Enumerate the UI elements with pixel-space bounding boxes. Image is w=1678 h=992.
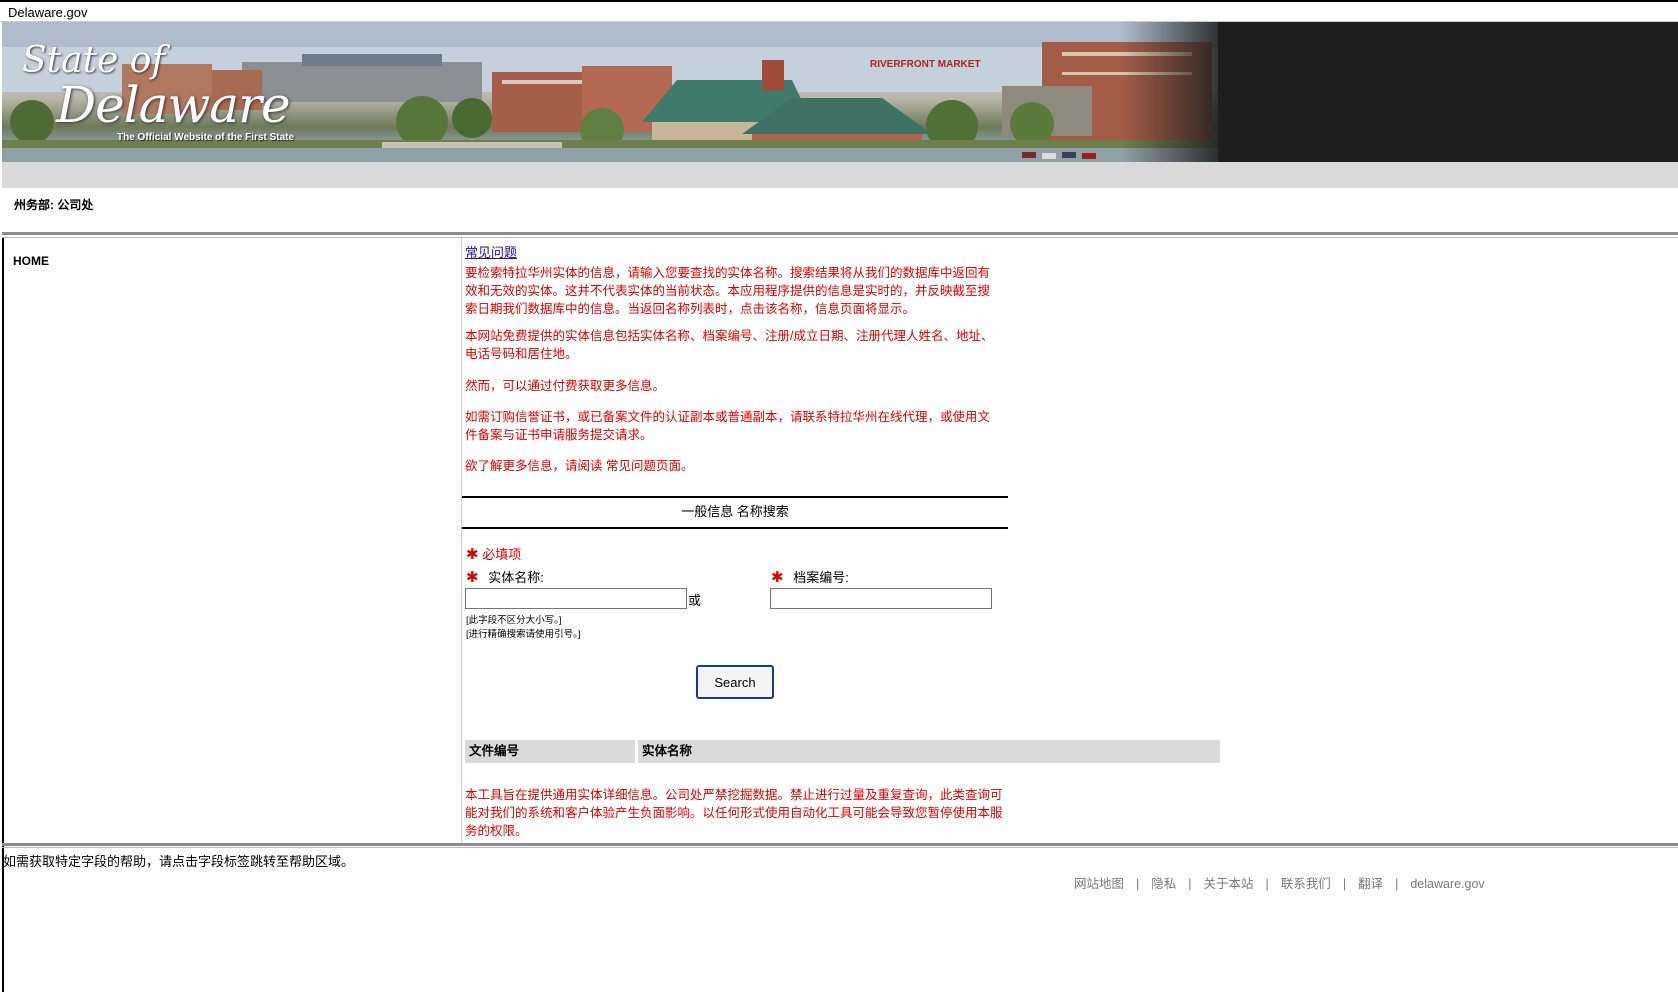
footer-link-privacy[interactable]: 隐私	[1151, 877, 1176, 891]
logo-delaware-text: Delaware	[56, 76, 291, 134]
file-number-label-text: 档案编号:	[793, 570, 849, 585]
footer-link-sitemap[interactable]: 网站地图	[1074, 877, 1124, 891]
department-breadcrumb: 州务部: 公司处	[2, 188, 1678, 234]
entity-name-label[interactable]: ✱ 实体名称:	[466, 567, 544, 586]
data-mining-disclaimer: 本工具旨在提供通用实体详细信息。公司处严禁挖掘数据。禁止进行过量及重复查询，此类…	[465, 788, 1003, 838]
results-header-entity-name: 实体名称	[638, 740, 1220, 763]
faq-link[interactable]: 常见问题	[465, 242, 517, 261]
divider-bottom	[2, 843, 1678, 848]
or-text: 或	[688, 593, 702, 608]
entity-name-input[interactable]	[465, 588, 687, 609]
footer-links: 网站地图 | 隐私 | 关于本站 | 联系我们 | 翻译 | delaware.gov	[1074, 873, 1485, 892]
hint-quotes: [进行精确搜索请使用引号。]	[466, 629, 581, 640]
footer-separator: |	[1395, 877, 1399, 891]
results-header-file-number: 文件编号	[465, 740, 635, 763]
department-label: 州务部: 公司处	[14, 198, 94, 212]
nav-home-link[interactable]: HOME	[13, 254, 49, 268]
window-title: Delaware.gov	[8, 5, 88, 20]
more-info-paragraph: 欲了解更多信息，请阅读 常见问题页面。	[465, 459, 694, 473]
footer-link-translate[interactable]: 翻译	[1358, 877, 1383, 891]
footer-link-contact[interactable]: 联系我们	[1281, 877, 1331, 891]
fee-paragraph: 然而，可以通过付费获取更多信息。	[465, 379, 666, 393]
header-banner: RIVERFRONT MARKET State of Delaware The …	[2, 22, 1678, 162]
banner-fade	[1122, 22, 1232, 162]
footer-link-about[interactable]: 关于本站	[1204, 877, 1254, 891]
main-content: 常见问题 要检索特拉华州实体的信息，请输入您要查找的实体名称。搜索结果将从我们的…	[462, 238, 1678, 843]
market-sign: RIVERFRONT MARKET	[870, 59, 981, 70]
footer-link-delaware-gov[interactable]: delaware.gov	[1410, 877, 1484, 891]
certificate-paragraph: 如需订购信誉证书，或已备案文件的认证副本或普通副本，请联系特拉华州在线代理，或使…	[465, 410, 991, 442]
header-subbar	[2, 162, 1678, 188]
help-text: 如需获取特定字段的帮助，请点击字段标签跳转至帮助区域。	[3, 854, 355, 869]
window-title-bar: Delaware.gov	[0, 0, 1678, 22]
left-nav: HOME	[2, 238, 462, 843]
search-button[interactable]: Search	[696, 665, 774, 699]
hint-case-insensitive: [此字段不区分大小写。]	[466, 615, 562, 626]
required-star-icon: ✱	[771, 569, 784, 586]
free-info-paragraph: 本网站免费提供的实体信息包括实体名称、档案编号、注册/成立日期、注册代理人姓名、…	[465, 329, 994, 361]
required-note-text: 必填项	[482, 547, 522, 562]
required-note: ✱ 必填项	[466, 544, 521, 563]
logo-tagline: The Official Website of the First State	[117, 132, 295, 143]
footer-separator: |	[1342, 877, 1347, 891]
footer-separator: |	[1188, 877, 1192, 891]
footer-separator: |	[1136, 877, 1140, 891]
entity-name-label-text: 实体名称:	[488, 570, 544, 585]
file-number-input[interactable]	[770, 588, 992, 609]
footer-separator: |	[1265, 877, 1269, 891]
section-title: 一般信息 名称搜索	[462, 496, 1008, 529]
intro-paragraph: 要检索特拉华州实体的信息，请输入您要查找的实体名称。搜索结果将从我们的数据库中返…	[465, 266, 991, 316]
file-number-label[interactable]: ✱ 档案编号:	[771, 567, 849, 586]
logo-state-text: State of	[22, 40, 165, 81]
required-star-icon: ✱	[466, 546, 479, 563]
required-star-icon: ✱	[466, 569, 479, 586]
